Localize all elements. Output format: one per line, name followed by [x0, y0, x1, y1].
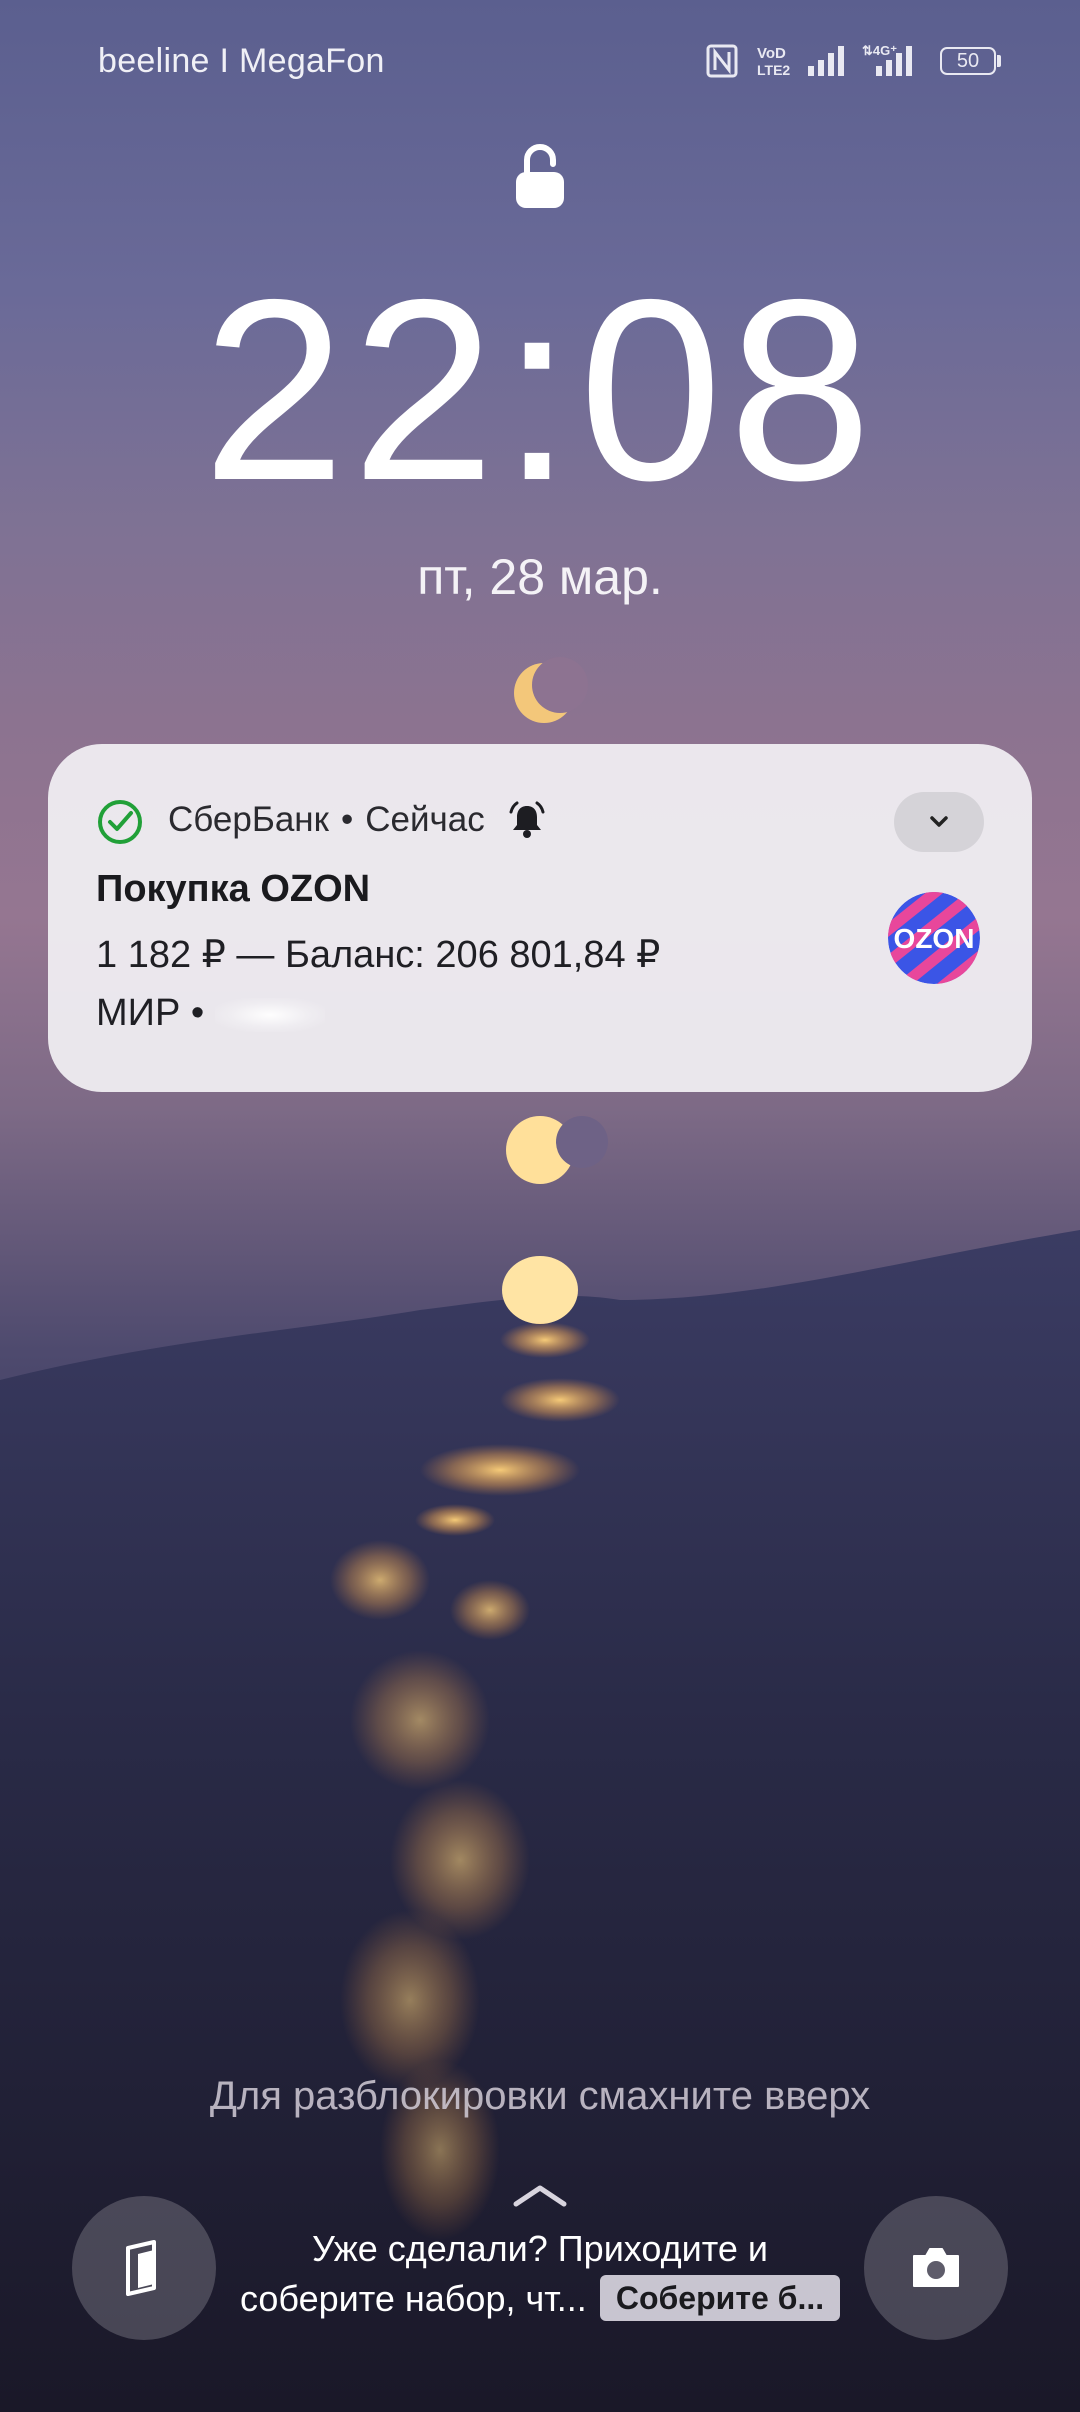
separator-dot: • — [340, 800, 354, 839]
sun — [502, 1256, 578, 1324]
camera-icon — [913, 2248, 959, 2287]
lockscreen-date: пт, 28 мар. — [417, 549, 663, 605]
lockscreen-clock: 22:08 — [202, 245, 878, 534]
promo-text-line1[interactable]: Уже сделали? Приходите и — [230, 2228, 850, 2270]
svg-text:OZON: OZON — [894, 923, 975, 954]
unlock-hint: Для разблокировки смахните вверх — [209, 2074, 871, 2118]
volte-icon: VoD LTE2 — [757, 45, 790, 78]
camera-button[interactable] — [864, 2196, 1008, 2340]
chevron-up-icon — [513, 2185, 567, 2207]
notification-card-line: МИР • — [96, 992, 325, 1035]
notification-header: СберБанк • Сейчас — [168, 800, 547, 840]
redacted-card-number — [214, 997, 325, 1032]
nfc-icon — [706, 44, 738, 78]
notification-card[interactable]: СберБанк • Сейчас Покупка OZON 1 182 ₽ —… — [48, 744, 1032, 1092]
lock-icon[interactable] — [510, 142, 570, 212]
promo-action-chip[interactable]: Соберите б... — [600, 2275, 840, 2321]
notification-card-label: МИР • — [96, 992, 205, 1034]
promo-text-line2[interactable]: соберите набор, чт... — [240, 2278, 587, 2320]
notification-time: Сейчас — [365, 800, 485, 839]
battery-cap — [997, 55, 1001, 67]
bell-icon — [509, 801, 545, 838]
half-moon — [506, 1116, 608, 1184]
expand-notification-button[interactable] — [894, 792, 984, 852]
notification-app-name: СберБанк — [168, 800, 329, 839]
signal-icon — [808, 46, 844, 76]
notification-title: Покупка OZON — [96, 868, 371, 910]
notification-amount-line: 1 182 ₽ — Баланс: 206 801,84 ₽ — [96, 934, 661, 976]
flashlight-button[interactable] — [72, 2196, 216, 2340]
battery-icon: 50 — [940, 47, 996, 75]
carrier-label: beeline I MegaFon — [98, 42, 385, 80]
crescent-moon — [514, 657, 588, 723]
chevron-down-icon — [930, 816, 948, 827]
flashlight-icon — [126, 2240, 156, 2296]
svg-text:⇅4G⁺: ⇅4G⁺ — [862, 43, 897, 58]
4g-signal-icon: ⇅4G⁺ — [862, 43, 912, 76]
svg-text:VoD: VoD — [757, 45, 786, 62]
battery-level: 50 — [956, 50, 980, 72]
svg-text:LTE2: LTE2 — [757, 62, 790, 78]
ozon-logo: OZON — [888, 892, 980, 984]
status-bar: beeline I MegaFon VoD LTE2 ⇅4G⁺ 50 — [0, 0, 1080, 130]
sber-check-icon — [98, 800, 142, 844]
